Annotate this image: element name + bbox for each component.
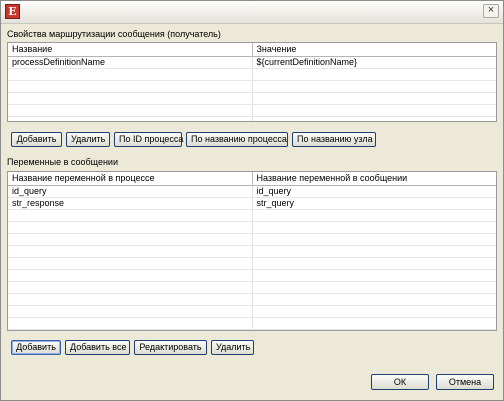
variables-add-all-button[interactable]: Добавить все: [65, 340, 130, 355]
routing-table: Название Значение processDefinitionName …: [7, 42, 497, 122]
table-cell: id_query: [256, 186, 292, 196]
by-process-name-button[interactable]: По названию процесса: [186, 132, 288, 147]
table-row[interactable]: [8, 81, 496, 93]
routing-section-label: Свойства маршрутизации сообщения (получа…: [7, 29, 221, 39]
variables-table: Название переменной в процессе Название …: [7, 171, 497, 331]
table-row[interactable]: [8, 246, 496, 258]
table-row[interactable]: [8, 105, 496, 117]
table-row[interactable]: [8, 234, 496, 246]
variables-table-body: id_query id_query str_response str_query: [8, 186, 496, 330]
app-icon: E: [5, 4, 20, 19]
table-row[interactable]: [8, 318, 496, 330]
table-row[interactable]: [8, 222, 496, 234]
table-row[interactable]: [8, 306, 496, 318]
close-button[interactable]: ×: [483, 4, 499, 18]
cancel-button[interactable]: Отмена: [436, 374, 494, 390]
column-header-process-variable[interactable]: Название переменной в процессе: [8, 172, 253, 185]
table-cell: id_query: [8, 186, 253, 197]
variables-delete-button[interactable]: Удалить: [211, 340, 254, 355]
column-header-message-variable[interactable]: Название переменной в сообщении: [253, 172, 497, 185]
column-header-value[interactable]: Значение: [253, 43, 497, 56]
by-node-name-button[interactable]: По названию узла: [292, 132, 376, 147]
table-row[interactable]: [8, 93, 496, 105]
table-cell: str_query: [256, 198, 295, 208]
table-row[interactable]: [8, 69, 496, 81]
table-row[interactable]: str_response str_query: [8, 198, 496, 210]
ok-button[interactable]: ОК: [371, 374, 429, 390]
routing-add-button[interactable]: Добавить: [11, 132, 62, 147]
title-bar: E ×: [1, 1, 503, 24]
table-cell: str_response: [8, 198, 253, 209]
variables-edit-button[interactable]: Редактировать: [134, 340, 207, 355]
table-row[interactable]: [8, 270, 496, 282]
table-cell: ${currentDefinitionName}: [256, 57, 358, 67]
table-row[interactable]: [8, 210, 496, 222]
column-header-name[interactable]: Название: [8, 43, 253, 56]
variables-add-button[interactable]: Добавить: [11, 340, 61, 355]
routing-table-body: processDefinitionName ${currentDefinitio…: [8, 57, 496, 121]
table-row[interactable]: [8, 282, 496, 294]
routing-table-header: Название Значение: [8, 43, 496, 57]
table-row[interactable]: [8, 294, 496, 306]
table-row[interactable]: processDefinitionName ${currentDefinitio…: [8, 57, 496, 69]
by-process-id-button[interactable]: По ID процесса: [114, 132, 183, 147]
table-row[interactable]: [8, 258, 496, 270]
table-cell: processDefinitionName: [8, 57, 253, 68]
routing-delete-button[interactable]: Удалить: [66, 132, 110, 147]
table-row[interactable]: [8, 117, 496, 121]
table-row[interactable]: id_query id_query: [8, 186, 496, 198]
dialog-window: E × Свойства маршрутизации сообщения (по…: [0, 0, 504, 401]
variables-table-header: Название переменной в процессе Название …: [8, 172, 496, 186]
variables-section-label: Переменные в сообщении: [7, 157, 118, 167]
